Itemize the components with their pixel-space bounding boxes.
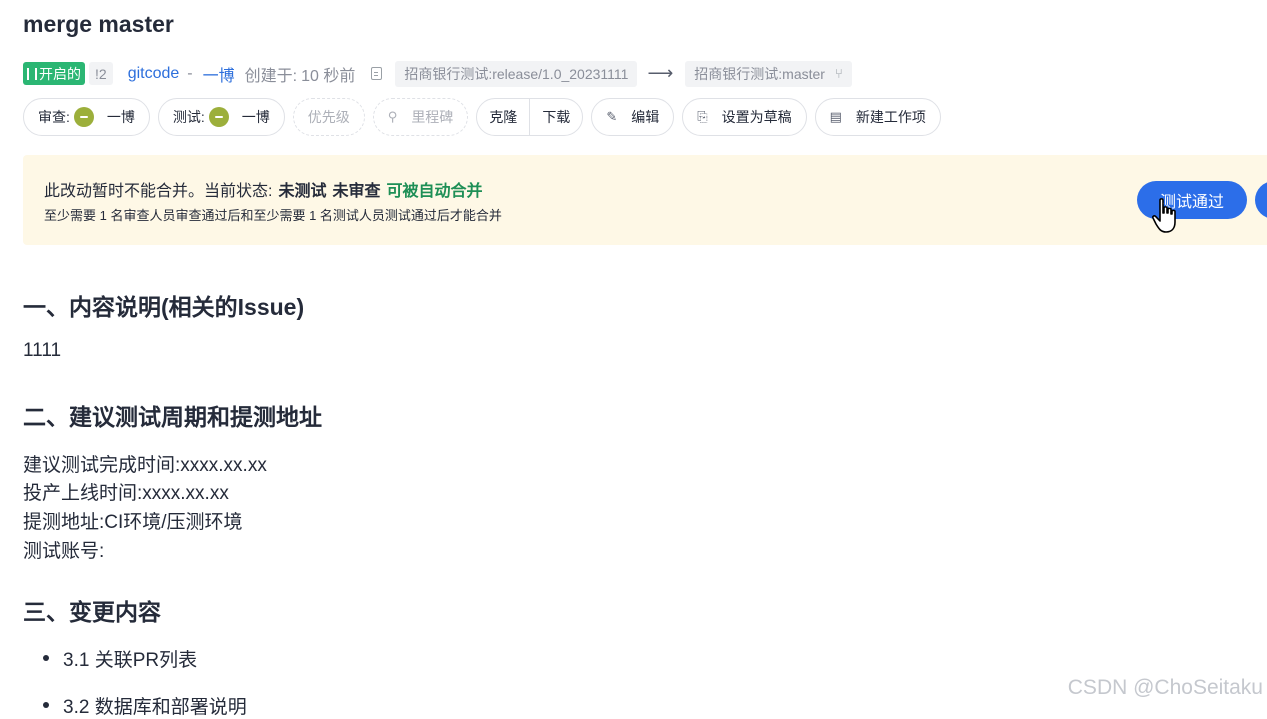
priority-selector[interactable]: 优先级: [292, 98, 365, 136]
tester-avatar: [208, 107, 229, 127]
reviewer-avatar: [73, 107, 94, 127]
test-time-line: 建议测试完成时间:xxxx.xx.xx: [23, 455, 267, 476]
new-work-item-label: 新建工作项: [855, 109, 926, 125]
tester-name: 一博: [241, 109, 270, 125]
target-branch[interactable]: 招商银行测试:master ⑂: [685, 60, 852, 87]
state-unreviewed: 未审查: [332, 183, 381, 200]
section-heading-test: 二、建议测试周期和提测地址: [23, 404, 322, 430]
test-address-line: 提测地址:CI环境/压测环境: [23, 512, 243, 533]
reviewer-name: 一博: [106, 109, 135, 125]
edit-button[interactable]: ✎ 编辑: [591, 98, 675, 136]
branch-icon: ⑂: [834, 66, 843, 81]
release-time-line: 投产上线时间:xxxx.xx.xx: [23, 483, 229, 504]
list-item-text: 3.1 关联PR列表: [63, 650, 198, 671]
clone-download-group: 克隆 下载: [476, 98, 584, 136]
mr-number-badge: !2: [89, 62, 113, 85]
section-heading-content: 一、内容说明(相关的Issue): [23, 294, 305, 320]
edit-label: 编辑: [631, 109, 660, 125]
state-untested: 未测试: [278, 183, 327, 200]
download-button[interactable]: 下载: [529, 99, 582, 135]
set-draft-button[interactable]: ⎘ 设置为草稿: [682, 98, 807, 136]
created-label: 创建于:: [244, 67, 298, 85]
author-link[interactable]: 一博: [203, 62, 235, 86]
notice-intro: 此改动暂时不能合并。当前状态:: [44, 183, 273, 200]
source-branch[interactable]: 招商银行测试:release/1.0_20231111: [395, 60, 638, 87]
merge-request-icon: [27, 67, 37, 80]
content-text: 1111: [23, 340, 62, 361]
section-heading-changes: 三、变更内容: [23, 599, 161, 625]
tester-label: 测试:: [172, 109, 205, 125]
reviewer-label: 审查:: [38, 109, 70, 125]
milestone-label: 里程碑: [411, 109, 454, 125]
test-account-line: 测试账号:: [23, 541, 105, 562]
milestone-icon: ⚲: [387, 109, 398, 124]
page-title: merge master: [23, 11, 174, 37]
edit-icon: ✎: [606, 109, 618, 124]
list-item: 3.1 关联PR列表: [43, 645, 197, 672]
merge-button-partial[interactable]: [1255, 181, 1267, 219]
work-item-icon: ▤: [829, 109, 842, 124]
hand-cursor-icon: [1152, 198, 1176, 233]
milestone-selector[interactable]: ⚲ 里程碑: [372, 98, 469, 136]
set-draft-label: 设置为草稿: [721, 109, 792, 125]
status-label: 开启的: [39, 65, 81, 82]
created-time: 10 秒前: [301, 67, 356, 85]
new-work-item-button[interactable]: ▤ 新建工作项: [814, 98, 941, 136]
draft-icon: ⎘: [697, 109, 708, 124]
clone-button[interactable]: 克隆: [477, 99, 529, 135]
state-auto-merge: 可被自动合并: [386, 183, 483, 200]
merge-status-notice: 此改动暂时不能合并。当前状态: 未测试 未审查 可被自动合并 至少需要 1 名审查人员…: [23, 155, 1267, 245]
notice-status-line: 此改动暂时不能合并。当前状态: 未测试 未审查 可被自动合并: [44, 177, 483, 201]
list-item: 3.2 数据库和部署说明: [43, 692, 247, 719]
target-branch-label: 招商银行测试:master: [694, 65, 825, 82]
copy-icon[interactable]: [371, 67, 383, 80]
mr-meta-row: 开启的 !2 gitcode - 一博 创建于: 10 秒前 招商银行测试:re…: [23, 60, 852, 87]
status-badge: 开启的: [23, 62, 85, 85]
notice-requirement: 至少需要 1 名审查人员审查通过后和至少需要 1 名测试人员测试通过后才能合并: [44, 208, 502, 223]
action-toolbar: 审查: 一博 测试: 一博 优先级 ⚲ 里程碑 克隆 下载 ✎ 编辑 ⎘ 设置为…: [23, 97, 949, 137]
arrow-right-icon: ⟶: [647, 63, 674, 83]
meta-separator: -: [187, 64, 193, 82]
csdn-watermark: CSDN @ChoSeitaku: [1067, 676, 1263, 699]
tester-selector[interactable]: 测试: 一博: [157, 98, 285, 136]
repo-link[interactable]: gitcode: [128, 65, 180, 83]
reviewer-selector[interactable]: 审查: 一博: [23, 98, 150, 136]
